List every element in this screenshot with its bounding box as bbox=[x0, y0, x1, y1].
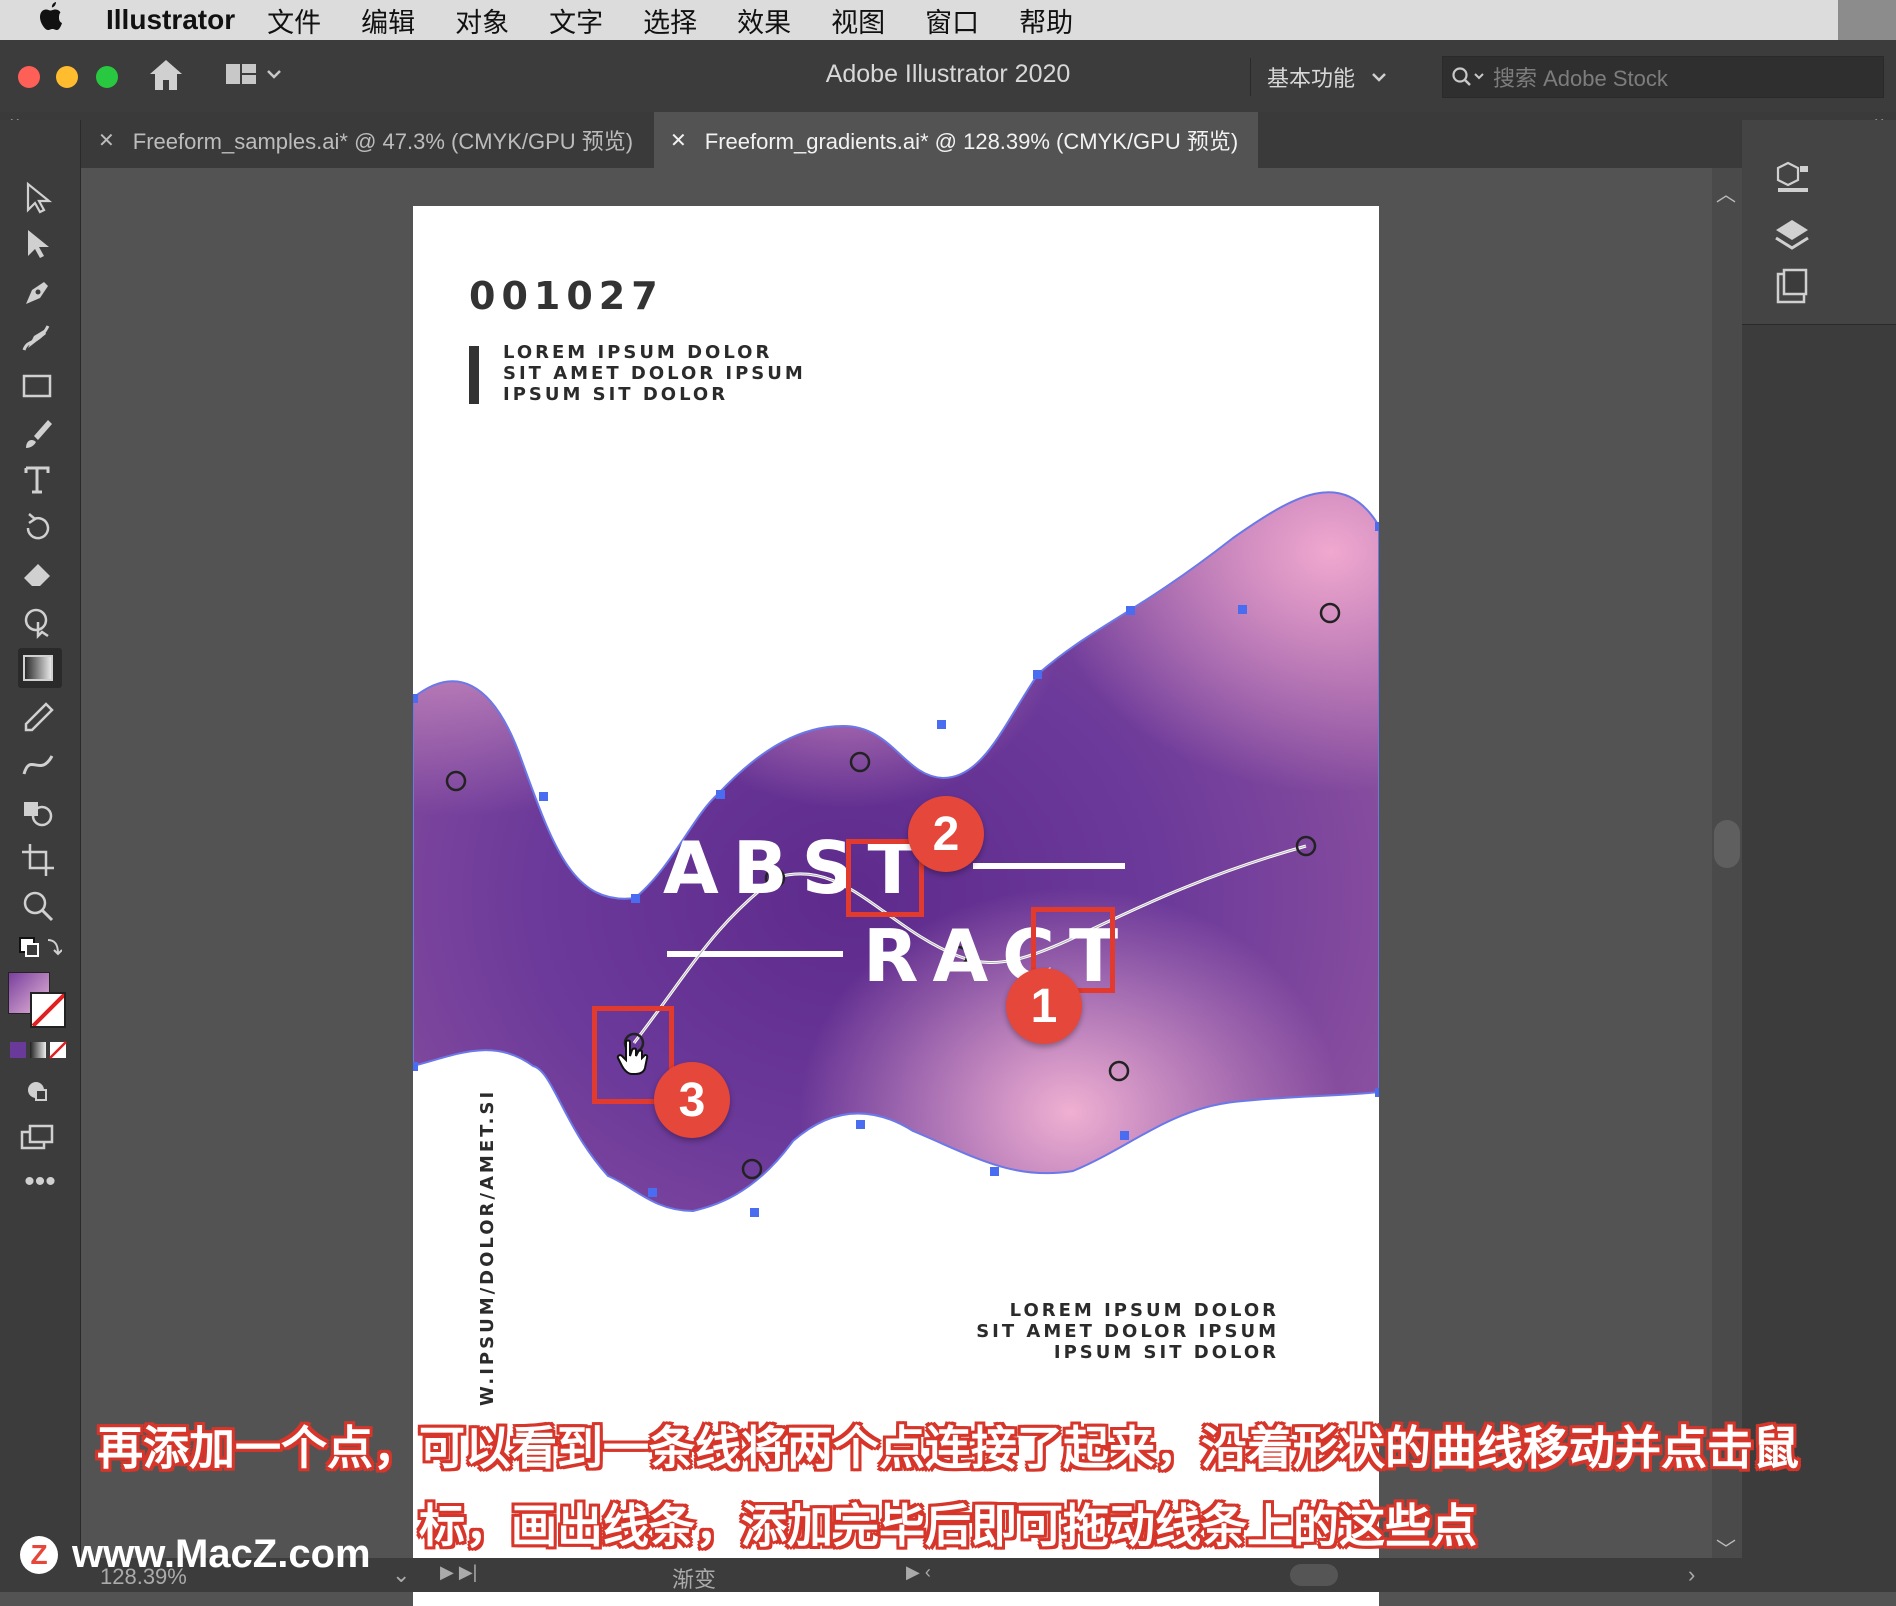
adobe-stock-search[interactable]: 搜索 Adobe Stock bbox=[1442, 56, 1884, 98]
blend-tool-icon[interactable] bbox=[18, 744, 62, 784]
right-panel-dock bbox=[1742, 120, 1896, 1592]
tab-freeform-gradients[interactable]: ✕ Freeform_gradients.ai* @ 128.39% (CMYK… bbox=[654, 112, 1258, 168]
watermark-text: www.MacZ.com bbox=[72, 1532, 371, 1576]
vertical-scrollbar[interactable]: ︿ ﹀ bbox=[1712, 168, 1742, 1568]
scroll-thumb[interactable] bbox=[1714, 820, 1740, 868]
layers-icon[interactable] bbox=[1772, 216, 1812, 261]
menubar-extra bbox=[1838, 0, 1896, 40]
curvature-tool-icon[interactable] bbox=[18, 318, 62, 358]
artboard-tool-icon[interactable] bbox=[18, 840, 62, 880]
shape-builder-tool-icon[interactable] bbox=[18, 792, 62, 832]
hand-cursor-icon bbox=[616, 1038, 650, 1081]
app-name-menu[interactable]: Illustrator bbox=[106, 4, 235, 36]
poster-line: SIT AMET DOLOR IPSUM bbox=[976, 1321, 1279, 1342]
close-tab-icon[interactable]: ✕ bbox=[670, 128, 687, 153]
tab-label: Freeform_samples.ai* @ 47.3% (CMYK/GPU 预… bbox=[132, 129, 634, 154]
more-tools-icon[interactable]: ••• bbox=[18, 1167, 62, 1212]
title-bar: Adobe Illustrator 2020 基本功能 搜索 Adobe Sto… bbox=[0, 40, 1896, 112]
mac-menubar: Illustrator 文件 编辑 对象 文字 选择 效果 视图 窗口 帮助 bbox=[0, 0, 1896, 40]
direct-selection-tool-icon[interactable] bbox=[18, 224, 62, 264]
status-label: 渐变 bbox=[672, 1567, 717, 1592]
menu-window[interactable]: 窗口 bbox=[925, 1, 979, 40]
tab-label: Freeform_gradients.ai* @ 128.39% (CMYK/G… bbox=[704, 129, 1239, 154]
menu-help[interactable]: 帮助 bbox=[1019, 1, 1073, 40]
tools-panel: ••• bbox=[0, 120, 81, 1592]
workspace-label: 基本功能 bbox=[1267, 66, 1356, 91]
caption-line-1: 再添加一个点，可以看到一条线将两个点连接了起来，沿着形状的曲线移动并点击鼠 bbox=[97, 1421, 1799, 1475]
eraser-tool-icon[interactable] bbox=[18, 554, 62, 594]
workspace-switcher[interactable]: 基本功能 bbox=[1250, 58, 1403, 96]
menu-select[interactable]: 选择 bbox=[643, 1, 697, 40]
callout-badge-2: 2 bbox=[908, 796, 984, 872]
close-tab-icon[interactable]: ✕ bbox=[98, 128, 115, 153]
scroll-up-icon[interactable]: ︿ bbox=[1716, 178, 1736, 207]
menu-object[interactable]: 对象 bbox=[455, 1, 509, 40]
document-tab-bar: ›› ✕ Freeform_samples.ai* @ 47.3% (CMYK/… bbox=[0, 112, 1896, 168]
chevron-down-icon bbox=[1372, 73, 1386, 82]
puppet-warp-tool-icon[interactable] bbox=[18, 602, 62, 642]
macz-logo-icon: Z bbox=[20, 1535, 58, 1574]
selection-tool-icon[interactable] bbox=[18, 178, 62, 218]
zoom-tool-icon[interactable] bbox=[18, 886, 62, 926]
tab-freeform-samples[interactable]: ✕ Freeform_samples.ai* @ 47.3% (CMYK/GPU… bbox=[82, 112, 650, 168]
rectangle-tool-icon[interactable] bbox=[18, 366, 62, 406]
poster-line: IPSUM SIT DOLOR bbox=[1053, 1342, 1279, 1363]
poster-bottom-text: LOREM IPSUM DOLOR SIT AMET DOLOR IPSUM I… bbox=[976, 1300, 1279, 1363]
zoom-dropdown-icon[interactable]: ⌄ bbox=[392, 1562, 410, 1588]
menu-effect[interactable]: 效果 bbox=[737, 1, 791, 40]
callout-badge-3: 3 bbox=[654, 1062, 730, 1138]
draw-mode-icon[interactable] bbox=[18, 1070, 62, 1110]
gradient-tool-icon[interactable] bbox=[18, 648, 62, 688]
status-arrow-icon[interactable]: ▶ ‹ bbox=[906, 1562, 931, 1583]
menu-type[interactable]: 文字 bbox=[549, 1, 603, 40]
watermark: Z www.MacZ.com bbox=[20, 1532, 371, 1577]
pen-tool-icon[interactable] bbox=[18, 272, 62, 312]
poster-vertical-text: W.IPSUM/DOLOR/AMET.SI bbox=[477, 1088, 498, 1406]
search-icon bbox=[1452, 67, 1484, 86]
fill-stroke-swatch[interactable] bbox=[8, 972, 68, 1028]
libraries-icon[interactable] bbox=[1772, 158, 1812, 203]
callout-badge-1: 1 bbox=[1006, 968, 1082, 1044]
rotate-tool-icon[interactable] bbox=[18, 508, 62, 548]
eyedropper-tool-icon[interactable] bbox=[18, 698, 62, 738]
horizontal-scroll-thumb[interactable] bbox=[1290, 1564, 1338, 1586]
type-tool-icon[interactable] bbox=[18, 460, 62, 500]
menu-view[interactable]: 视图 bbox=[831, 1, 885, 40]
panel-icons-group bbox=[1742, 120, 1896, 325]
poster-line: LOREM IPSUM DOLOR bbox=[1009, 1300, 1279, 1321]
swap-fill-stroke-icon[interactable] bbox=[18, 932, 63, 972]
artboard-nav-icon[interactable]: ▶ ▶| bbox=[440, 1562, 477, 1583]
screen-mode-icon[interactable] bbox=[18, 1118, 62, 1158]
scroll-right-icon[interactable]: › bbox=[1688, 1562, 1695, 1588]
menu-edit[interactable]: 编辑 bbox=[361, 1, 415, 40]
artboards-panel-icon[interactable] bbox=[1772, 268, 1812, 313]
apple-icon[interactable] bbox=[38, 1, 78, 39]
paintbrush-tool-icon[interactable] bbox=[18, 414, 62, 454]
color-mode-buttons[interactable] bbox=[10, 1040, 68, 1065]
search-placeholder: 搜索 Adobe Stock bbox=[1493, 66, 1668, 91]
menu-file[interactable]: 文件 bbox=[267, 1, 321, 40]
